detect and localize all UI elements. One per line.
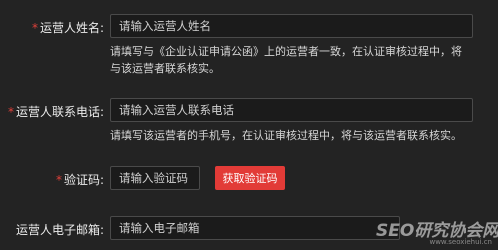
- site-watermark: SEO研究协会网 www.seoxiehui.cn: [376, 216, 498, 248]
- operator-phone-hint: 请填写该运营者的手机号，在认证审核过程中，将与该运营者联系核实。: [110, 129, 462, 142]
- verification-code-input[interactable]: [110, 166, 200, 190]
- operator-name-label: * 运营人姓名:: [32, 20, 104, 36]
- operator-name-hint: 请填写与《企业认证申请公函》上的运营者一致，在认证审核过程中，将与该运营者联系核…: [110, 45, 462, 75]
- operator-email-input[interactable]: [110, 216, 400, 240]
- verification-code-label: * 验证码:: [56, 172, 104, 188]
- operator-name-input[interactable]: [110, 14, 473, 38]
- operator-phone-label: * 运营人联系电话:: [8, 104, 104, 120]
- required-star: *: [55, 173, 62, 187]
- required-star: *: [7, 105, 14, 119]
- operator-email-label: 运营人电子邮箱:: [16, 222, 104, 238]
- required-star: *: [31, 21, 38, 35]
- watermark-url: www.seoxiehui.cn: [429, 238, 492, 246]
- verification-code-label-text: 验证码:: [63, 173, 104, 187]
- operator-name-label-text: 运营人姓名:: [39, 21, 104, 35]
- operator-phone-label-text: 运营人联系电话:: [15, 105, 104, 119]
- operator-email-label-text: 运营人电子邮箱:: [15, 223, 104, 237]
- get-verification-code-button[interactable]: 获取验证码: [215, 166, 285, 190]
- operator-phone-input[interactable]: [110, 98, 473, 122]
